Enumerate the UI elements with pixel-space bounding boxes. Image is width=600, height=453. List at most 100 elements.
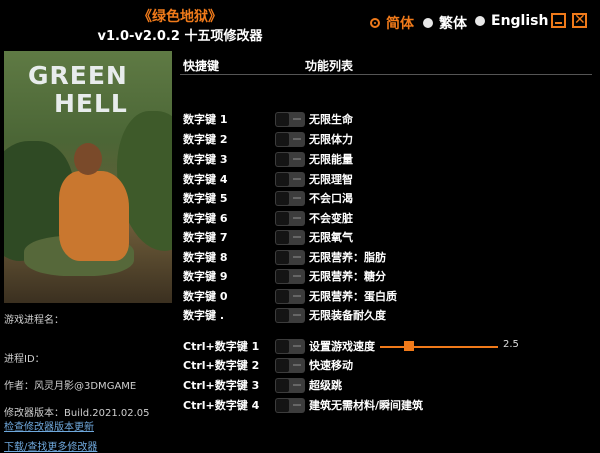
hotkey-label: 数字键 0 <box>183 290 228 303</box>
toggle-off-mark <box>293 363 301 366</box>
toggle-off-mark <box>293 177 301 180</box>
hotkey-label: 数字键 2 <box>183 133 228 146</box>
cheat-function-label: 超级跳 <box>309 379 342 392</box>
hotkey-column-header: 快捷键 <box>183 59 220 73</box>
cheat-toggle[interactable] <box>275 210 305 226</box>
slider-track <box>380 346 498 348</box>
cheat-function-label: 无限能量 <box>309 153 353 166</box>
hotkey-label: Ctrl+数字键 1 <box>183 340 260 353</box>
toggle-off-mark <box>293 383 301 386</box>
toggle-knob <box>276 308 289 322</box>
toggle-knob <box>276 230 289 244</box>
cheat-row: 数字键 8 无限营养：脂肪 <box>183 248 386 266</box>
toggle-knob <box>276 172 289 186</box>
author-label: 作者：风灵月影@3DMGAME <box>4 381 137 392</box>
cheat-toggle[interactable] <box>275 357 305 373</box>
cheat-toggle[interactable] <box>275 288 305 304</box>
hotkey-label: 数字键 9 <box>183 270 228 283</box>
cheat-toggle[interactable] <box>275 171 305 187</box>
cheat-toggle[interactable] <box>275 268 305 284</box>
lang-label: 简体 <box>386 16 414 32</box>
trainer-version-title: v1.0-v2.0.2 十五项修改器 <box>97 29 263 44</box>
hotkey-label: 数字键 6 <box>183 212 228 225</box>
trainer-build-label: 修改器版本：Build.2021.02.05 <box>4 408 150 419</box>
game-speed-slider[interactable] <box>380 341 498 351</box>
cheat-toggle[interactable] <box>275 111 305 127</box>
game-speed-value: 2.5 <box>503 339 519 350</box>
cheat-row: Ctrl+数字键 1 设置游戏速度 <box>183 337 375 355</box>
cover-figure-head <box>74 143 102 175</box>
radio-icon <box>370 18 380 28</box>
cheat-toggle[interactable] <box>275 249 305 265</box>
hotkey-label: Ctrl+数字键 3 <box>183 379 260 392</box>
cheat-row: Ctrl+数字键 4 建筑无需材料/瞬间建筑 <box>183 396 423 414</box>
process-id-label: 进程ID： <box>4 354 45 365</box>
cheat-function-label: 不会变脏 <box>309 212 353 225</box>
hotkey-label: 数字键 1 <box>183 113 228 126</box>
cheat-toggle[interactable] <box>275 338 305 354</box>
cheat-row: 数字键 9 无限营养：糖分 <box>183 267 386 285</box>
cover-logo-text: HELL <box>54 89 128 118</box>
hotkey-label: 数字键 4 <box>183 173 228 186</box>
radio-icon <box>475 16 485 26</box>
cheat-row: Ctrl+数字键 2 快速移动 <box>183 356 353 374</box>
cheat-function-label: 无限营养：糖分 <box>309 270 386 283</box>
slider-thumb[interactable] <box>404 341 414 351</box>
cheat-row: 数字键 0 无限营养：蛋白质 <box>183 287 397 305</box>
cheat-row: 数字键 5 不会口渴 <box>183 189 353 207</box>
toggle-knob <box>276 289 289 303</box>
cheat-row: 数字键 . 无限装备耐久度 <box>183 306 386 324</box>
cover-logo-text: GREEN <box>28 61 128 90</box>
toggle-off-mark <box>293 255 301 258</box>
cover-figure-body <box>59 171 129 261</box>
close-button[interactable]: ✕ <box>572 12 587 28</box>
game-cover-image: GREEN HELL <box>4 51 172 303</box>
lang-traditional-option[interactable]: 繁体 <box>423 13 467 33</box>
toggle-knob <box>276 269 289 283</box>
cheat-toggle[interactable] <box>275 377 305 393</box>
toggle-knob <box>276 211 289 225</box>
cheat-function-label: 无限营养：脂肪 <box>309 251 386 264</box>
check-update-link[interactable]: 检查修改器版本更新 <box>4 418 94 433</box>
lang-simplified-option[interactable]: 简体 <box>370 13 414 33</box>
cheat-toggle[interactable] <box>275 190 305 206</box>
cheat-row: Ctrl+数字键 3 超级跳 <box>183 376 342 394</box>
hotkey-label: Ctrl+数字键 4 <box>183 399 260 412</box>
toggle-off-mark <box>293 196 301 199</box>
hotkey-label: 数字键 . <box>183 309 225 322</box>
cheat-function-label: 无限生命 <box>309 113 353 126</box>
cheat-row: 数字键 1 无限生命 <box>183 110 353 128</box>
cheat-toggle[interactable] <box>275 397 305 413</box>
hotkey-label: 数字键 3 <box>183 153 228 166</box>
cheat-row: 数字键 6 不会变脏 <box>183 209 353 227</box>
toggle-off-mark <box>293 313 301 316</box>
toggle-off-mark <box>293 344 301 347</box>
lang-label: 繁体 <box>439 16 467 32</box>
cheat-row: 数字键 7 无限氧气 <box>183 228 353 246</box>
cheat-function-label: 无限氧气 <box>309 231 353 244</box>
cheat-toggle[interactable] <box>275 131 305 147</box>
close-icon: ✕ <box>574 12 586 28</box>
toggle-off-mark <box>293 157 301 160</box>
toggle-off-mark <box>293 294 301 297</box>
cheat-toggle[interactable] <box>275 307 305 323</box>
cheat-function-label: 设置游戏速度 <box>309 340 375 353</box>
cheat-toggle[interactable] <box>275 151 305 167</box>
cheat-toggle[interactable] <box>275 229 305 245</box>
cheat-function-label: 建筑无需材料/瞬间建筑 <box>309 399 424 412</box>
hotkey-label: 数字键 5 <box>183 192 228 205</box>
function-column-header: 功能列表 <box>305 59 354 73</box>
hotkey-label: Ctrl+数字键 2 <box>183 359 260 372</box>
cheat-row: 数字键 2 无限体力 <box>183 130 353 148</box>
cheat-function-label: 不会口渴 <box>309 192 353 205</box>
cheat-function-label: 无限营养：蛋白质 <box>309 290 397 303</box>
toggle-knob <box>276 378 289 392</box>
minimize-button[interactable] <box>551 13 566 28</box>
game-title: 《绿色地狱》 <box>138 9 222 25</box>
header-divider <box>180 74 592 75</box>
hotkey-label: 数字键 7 <box>183 231 228 244</box>
minimize-icon <box>555 22 562 24</box>
toggle-knob <box>276 358 289 372</box>
lang-label: English <box>491 13 549 29</box>
lang-english-option[interactable]: English <box>475 13 548 29</box>
